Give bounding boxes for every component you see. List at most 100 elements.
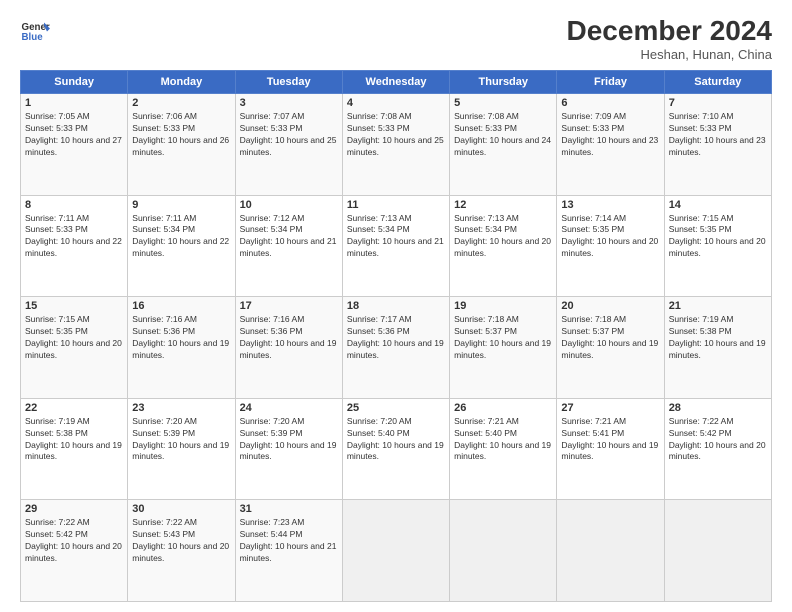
calendar-cell: 8Sunrise: 7:11 AMSunset: 5:33 PMDaylight… [21, 195, 128, 297]
day-info: Sunrise: 7:17 AMSunset: 5:36 PMDaylight:… [347, 314, 445, 362]
calendar-cell: 20 Sunrise: 7:18 AMSunset: 5:37 PMDayligh… [557, 297, 664, 399]
day-info: Sunrise: 7:22 AMSunset: 5:42 PMDaylight:… [25, 517, 123, 565]
day-number: 27 [561, 402, 659, 414]
day-number: 29 [25, 503, 123, 515]
calendar-page: General Blue December 2024 Heshan, Hunan… [0, 0, 792, 612]
day-info: Sunrise: 7:23 AMSunset: 5:44 PMDaylight:… [240, 517, 338, 565]
day-info: Sunrise: 7:05 AMSunset: 5:33 PMDaylight:… [25, 111, 123, 159]
day-info: Sunrise: 7:14 AMSunset: 5:35 PMDaylight:… [561, 213, 659, 261]
calendar-cell: 28 Sunrise: 7:22 AMSunset: 5:42 PMDayligh… [664, 398, 771, 500]
calendar-cell: 27 Sunrise: 7:21 AMSunset: 5:41 PMDayligh… [557, 398, 664, 500]
calendar-cell: 2 Sunrise: 7:06 AMSunset: 5:33 PMDaylight… [128, 94, 235, 196]
day-info: Sunrise: 7:18 AMSunset: 5:37 PMDaylight:… [454, 314, 552, 362]
calendar-cell: 26Sunrise: 7:21 AMSunset: 5:40 PMDayligh… [450, 398, 557, 500]
calendar-cell: 4 Sunrise: 7:08 AMSunset: 5:33 PMDaylight… [342, 94, 449, 196]
day-number: 14 [669, 199, 767, 211]
day-of-week-header: Friday [557, 71, 664, 94]
day-number: 9 [132, 199, 230, 211]
calendar-cell: 22 Sunrise: 7:19 AMSunset: 5:38 PMDayligh… [21, 398, 128, 500]
calendar-cell: 21 Sunrise: 7:19 AMSunset: 5:38 PMDayligh… [664, 297, 771, 399]
day-number: 22 [25, 402, 123, 414]
title-block: December 2024 Heshan, Hunan, China [567, 15, 772, 62]
calendar-cell: 10 Sunrise: 7:12 AMSunset: 5:34 PMDayligh… [235, 195, 342, 297]
day-number: 1 [25, 97, 123, 109]
day-info: Sunrise: 7:21 AMSunset: 5:41 PMDaylight:… [561, 416, 659, 464]
calendar-cell: 19 Sunrise: 7:18 AMSunset: 5:37 PMDayligh… [450, 297, 557, 399]
day-number: 10 [240, 199, 338, 211]
calendar-cell: 15 Sunrise: 7:15 AMSunset: 5:35 PMDayligh… [21, 297, 128, 399]
day-number: 30 [132, 503, 230, 515]
calendar-cell: 31 Sunrise: 7:23 AMSunset: 5:44 PMDayligh… [235, 500, 342, 602]
day-info: Sunrise: 7:21 AMSunset: 5:40 PMDaylight:… [454, 416, 552, 464]
calendar-cell [557, 500, 664, 602]
day-info: Sunrise: 7:20 AMSunset: 5:40 PMDaylight:… [347, 416, 445, 464]
day-number: 6 [561, 97, 659, 109]
day-info: Sunrise: 7:22 AMSunset: 5:43 PMDaylight:… [132, 517, 230, 565]
subtitle: Heshan, Hunan, China [567, 47, 772, 62]
header: General Blue December 2024 Heshan, Hunan… [20, 15, 772, 62]
day-number: 5 [454, 97, 552, 109]
day-number: 13 [561, 199, 659, 211]
day-info: Sunrise: 7:22 AMSunset: 5:42 PMDaylight:… [669, 416, 767, 464]
day-info: Sunrise: 7:15 AMSunset: 5:35 PMDaylight:… [669, 213, 767, 261]
day-info: Sunrise: 7:07 AMSunset: 5:33 PMDaylight:… [240, 111, 338, 159]
day-info: Sunrise: 7:13 AMSunset: 5:34 PMDaylight:… [347, 213, 445, 261]
calendar-cell: 3Sunrise: 7:07 AMSunset: 5:33 PMDaylight… [235, 94, 342, 196]
day-info: Sunrise: 7:19 AMSunset: 5:38 PMDaylight:… [669, 314, 767, 362]
calendar-cell: 29 Sunrise: 7:22 AMSunset: 5:42 PMDayligh… [21, 500, 128, 602]
day-number: 24 [240, 402, 338, 414]
day-number: 19 [454, 300, 552, 312]
day-number: 7 [669, 97, 767, 109]
calendar-cell: 7 Sunrise: 7:10 AMSunset: 5:33 PMDaylight… [664, 94, 771, 196]
calendar-cell: 24Sunrise: 7:20 AMSunset: 5:39 PMDayligh… [235, 398, 342, 500]
day-number: 20 [561, 300, 659, 312]
day-info: Sunrise: 7:16 AMSunset: 5:36 PMDaylight:… [240, 314, 338, 362]
day-of-week-header: Monday [128, 71, 235, 94]
day-info: Sunrise: 7:06 AMSunset: 5:33 PMDaylight:… [132, 111, 230, 159]
calendar-cell: 6 Sunrise: 7:09 AMSunset: 5:33 PMDaylight… [557, 94, 664, 196]
day-of-week-header: Sunday [21, 71, 128, 94]
main-title: December 2024 [567, 15, 772, 47]
calendar-cell: 5Sunrise: 7:08 AMSunset: 5:33 PMDaylight… [450, 94, 557, 196]
day-info: Sunrise: 7:13 AMSunset: 5:34 PMDaylight:… [454, 213, 552, 261]
day-info: Sunrise: 7:08 AMSunset: 5:33 PMDaylight:… [347, 111, 445, 159]
calendar-cell: 1 Sunrise: 7:05 AMSunset: 5:33 PMDaylight… [21, 94, 128, 196]
day-info: Sunrise: 7:10 AMSunset: 5:33 PMDaylight:… [669, 111, 767, 159]
day-info: Sunrise: 7:18 AMSunset: 5:37 PMDaylight:… [561, 314, 659, 362]
calendar-cell: 9 Sunrise: 7:11 AMSunset: 5:34 PMDaylight… [128, 195, 235, 297]
day-of-week-header: Saturday [664, 71, 771, 94]
calendar-cell: 17 Sunrise: 7:16 AMSunset: 5:36 PMDayligh… [235, 297, 342, 399]
calendar-cell: 13 Sunrise: 7:14 AMSunset: 5:35 PMDayligh… [557, 195, 664, 297]
logo: General Blue [20, 15, 50, 45]
day-number: 31 [240, 503, 338, 515]
day-number: 16 [132, 300, 230, 312]
calendar-cell [664, 500, 771, 602]
day-number: 25 [347, 402, 445, 414]
svg-text:Blue: Blue [22, 32, 44, 43]
day-info: Sunrise: 7:11 AMSunset: 5:33 PMDaylight:… [25, 213, 123, 261]
day-number: 15 [25, 300, 123, 312]
day-info: Sunrise: 7:11 AMSunset: 5:34 PMDaylight:… [132, 213, 230, 261]
day-info: Sunrise: 7:09 AMSunset: 5:33 PMDaylight:… [561, 111, 659, 159]
calendar-cell: 14 Sunrise: 7:15 AMSunset: 5:35 PMDayligh… [664, 195, 771, 297]
day-number: 17 [240, 300, 338, 312]
calendar-cell [450, 500, 557, 602]
day-info: Sunrise: 7:19 AMSunset: 5:38 PMDaylight:… [25, 416, 123, 464]
calendar-cell: 11 Sunrise: 7:13 AMSunset: 5:34 PMDayligh… [342, 195, 449, 297]
day-of-week-header: Tuesday [235, 71, 342, 94]
day-info: Sunrise: 7:15 AMSunset: 5:35 PMDaylight:… [25, 314, 123, 362]
day-of-week-header: Thursday [450, 71, 557, 94]
day-info: Sunrise: 7:12 AMSunset: 5:34 PMDaylight:… [240, 213, 338, 261]
day-number: 23 [132, 402, 230, 414]
calendar-cell: 18Sunrise: 7:17 AMSunset: 5:36 PMDayligh… [342, 297, 449, 399]
day-number: 4 [347, 97, 445, 109]
day-number: 12 [454, 199, 552, 211]
day-number: 21 [669, 300, 767, 312]
day-number: 11 [347, 199, 445, 211]
day-number: 28 [669, 402, 767, 414]
calendar-cell: 12 Sunrise: 7:13 AMSunset: 5:34 PMDayligh… [450, 195, 557, 297]
day-info: Sunrise: 7:20 AMSunset: 5:39 PMDaylight:… [132, 416, 230, 464]
calendar-cell [342, 500, 449, 602]
calendar-table: SundayMondayTuesdayWednesdayThursdayFrid… [20, 70, 772, 602]
day-number: 2 [132, 97, 230, 109]
